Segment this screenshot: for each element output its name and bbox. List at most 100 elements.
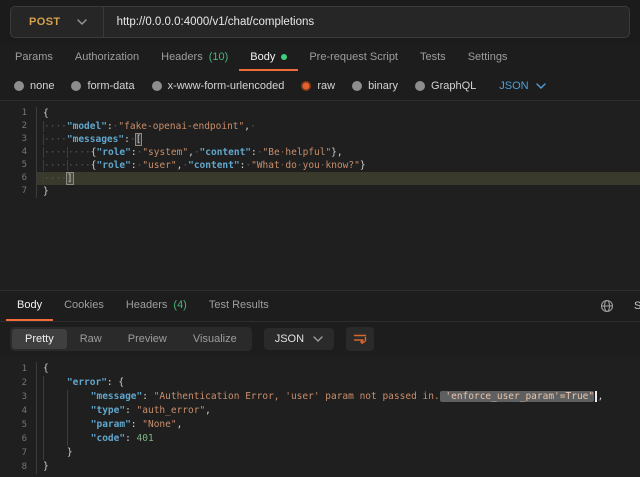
text-wrap-icon (352, 331, 368, 347)
response-tab-cookies[interactable]: Cookies (53, 291, 115, 321)
method-label: POST (29, 16, 61, 28)
tab-count: (10) (209, 51, 229, 63)
radio-icon (14, 81, 24, 91)
code-content: { (36, 107, 640, 120)
code-line: 5········{"role":·"user",·"content":·"Wh… (0, 159, 640, 172)
tab-count: (4) (173, 299, 186, 311)
tab-params[interactable]: Params (4, 44, 64, 71)
body-type-none[interactable]: none (14, 80, 54, 92)
selected-text: 'enforce_user_param'=True" (440, 391, 594, 402)
code-line: 7} (0, 446, 640, 460)
line-number: 8 (0, 460, 36, 474)
body-type-row: none form-data x-www-form-urlencoded raw bin… (0, 71, 640, 100)
url-pill: POST http://0.0.0.0:4000/v1/chat/complet… (10, 6, 630, 38)
view-mode-visualize[interactable]: Visualize (180, 329, 250, 349)
response-tab-test-results[interactable]: Test Results (198, 291, 280, 321)
tab-pre-request-script[interactable]: Pre-request Script (298, 44, 409, 71)
tab-body[interactable]: Body (239, 44, 298, 71)
code-line: 6"code": 401 (0, 432, 640, 446)
body-type-binary[interactable]: binary (352, 80, 398, 92)
code-line: 4"type": "auth_error", (0, 404, 640, 418)
globe-icon[interactable] (600, 299, 614, 313)
code-content: ········{"role":·"user",·"content":·"Wha… (36, 159, 640, 172)
code-line: 7} (0, 185, 640, 198)
tab-label: Headers (161, 51, 203, 63)
code-content: "type": "auth_error", (36, 404, 640, 418)
code-content: ····] (36, 172, 640, 185)
code-content: } (36, 446, 640, 460)
response-tab-label: Test Results (209, 299, 269, 311)
view-mode-preview[interactable]: Preview (115, 329, 180, 349)
line-number: 4 (0, 146, 36, 159)
line-number: 4 (0, 404, 36, 418)
body-type-label: raw (317, 80, 335, 92)
radio-icon (301, 81, 311, 91)
postman-window: POST http://0.0.0.0:4000/v1/chat/complet… (0, 0, 640, 477)
view-mode-pretty[interactable]: Pretty (12, 329, 67, 349)
tab-settings[interactable]: Settings (457, 44, 519, 71)
body-type-form-data[interactable]: form-data (71, 80, 134, 92)
code-line: 3····"messages":·[ (0, 133, 640, 146)
radio-icon (152, 81, 162, 91)
body-type-label: binary (368, 80, 398, 92)
line-number: 7 (0, 446, 36, 460)
radio-icon (415, 81, 425, 91)
raw-language-select[interactable]: JSON (499, 80, 545, 92)
response-tab-headers[interactable]: Headers(4) (115, 291, 198, 321)
response-language-label: JSON (275, 333, 304, 345)
radio-icon (71, 81, 81, 91)
line-number: 2 (0, 120, 36, 133)
response-header: BodyCookiesHeaders(4)Test Results S (0, 290, 640, 322)
code-content: { (36, 362, 640, 376)
radio-icon (352, 81, 362, 91)
wrap-text-button[interactable] (346, 327, 374, 351)
body-type-radios: none form-data x-www-form-urlencoded raw bin… (14, 80, 476, 92)
body-type-x-www-form-urlencoded[interactable]: x-www-form-urlencoded (152, 80, 285, 92)
body-type-graphql[interactable]: GraphQL (415, 80, 476, 92)
line-number: 1 (0, 107, 36, 120)
line-number: 5 (0, 418, 36, 432)
tab-headers[interactable]: Headers (10) (150, 44, 239, 71)
body-type-raw[interactable]: raw (301, 80, 335, 92)
raw-language-label: JSON (499, 80, 528, 92)
code-line: 6····] (0, 172, 640, 185)
code-content: } (36, 460, 640, 474)
line-number: 6 (0, 172, 36, 185)
code-content: "message": "Authentication Error, 'user'… (36, 390, 640, 404)
code-content: ····"model":·"fake-openai-endpoint",· (36, 120, 640, 133)
view-mode-raw[interactable]: Raw (67, 329, 115, 349)
code-line: 3"message": "Authentication Error, 'user… (0, 390, 640, 404)
request-url-bar: POST http://0.0.0.0:4000/v1/chat/complet… (0, 0, 640, 44)
code-line: 8} (0, 460, 640, 474)
tab-label: Settings (468, 51, 508, 63)
line-number: 3 (0, 390, 36, 404)
code-content: "param": "None", (36, 418, 640, 432)
method-selector[interactable]: POST (11, 7, 103, 37)
code-content: ········{"role":·"system",·"content":·"B… (36, 146, 640, 159)
body-type-label: x-www-form-urlencoded (168, 80, 285, 92)
response-tab-label: Cookies (64, 299, 104, 311)
unsaved-dot-icon (281, 54, 287, 60)
line-number: 1 (0, 362, 36, 376)
request-body-editor[interactable]: 1{2····"model":·"fake-openai-endpoint",·… (0, 100, 640, 290)
response-tabs: Body Cookies Headers(4) Test Results (6, 291, 280, 321)
response-header-right (600, 291, 634, 321)
tab-authorization[interactable]: Authorization (64, 44, 150, 71)
code-line: 1{ (0, 107, 640, 120)
line-number: 5 (0, 159, 36, 172)
code-line: 1{ (0, 362, 640, 376)
response-tab-body[interactable]: Body (6, 291, 53, 321)
tab-tests[interactable]: Tests (409, 44, 457, 71)
tab-label: Pre-request Script (309, 51, 398, 63)
text-cursor (595, 391, 597, 402)
response-body-editor[interactable]: 1{2"error": {3"message": "Authentication… (0, 356, 640, 477)
chevron-down-icon (313, 336, 323, 342)
tab-label: Params (15, 51, 53, 63)
response-language-select[interactable]: JSON (264, 328, 334, 350)
url-input[interactable]: http://0.0.0.0:4000/v1/chat/completions (104, 16, 315, 28)
tab-label: Authorization (75, 51, 139, 63)
chevron-down-icon (536, 83, 546, 89)
tab-label: Tests (420, 51, 446, 63)
tab-label: Body (250, 51, 275, 63)
request-tabs: Params Authorization Headers (10) Body Pre-re… (0, 44, 640, 71)
